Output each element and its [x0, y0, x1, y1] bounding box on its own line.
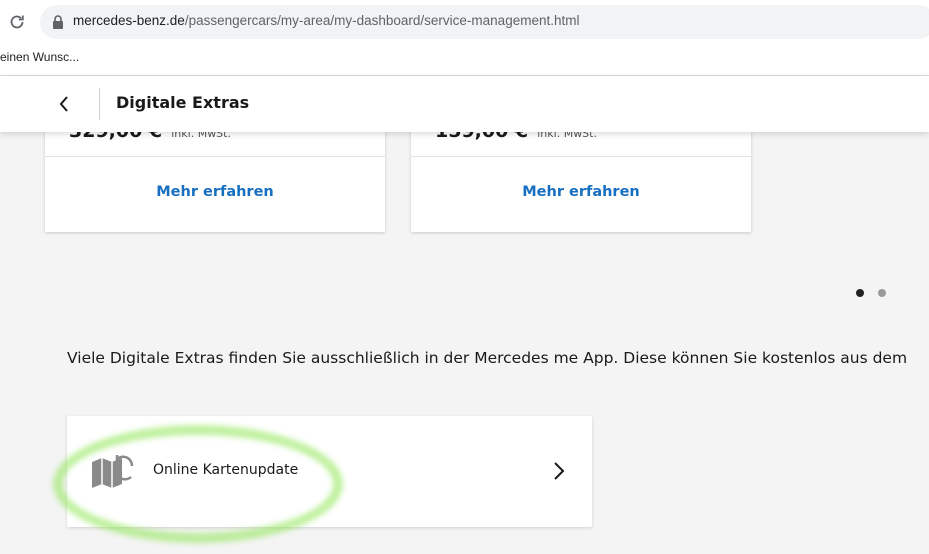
bookmark-item[interactable]: einen Wunsc...	[0, 50, 79, 64]
lock-icon[interactable]	[51, 14, 65, 30]
carousel-dot[interactable]	[878, 289, 886, 297]
back-button[interactable]	[48, 88, 80, 120]
chevron-right-icon	[554, 462, 565, 480]
page-title: Digitale Extras	[116, 93, 250, 112]
info-text: Viele Digitale Extras finden Sie ausschl…	[67, 349, 908, 367]
url-host: mercedes-benz.de	[73, 13, 185, 28]
bookmarks-bar: einen Wunsc...	[0, 44, 929, 76]
card-divider	[411, 156, 751, 157]
reload-icon[interactable]	[7, 12, 27, 32]
address-bar[interactable]: mercedes-benz.de/passengercars/my-area/m…	[40, 5, 929, 39]
url-path: /passengercars/my-area/my-dashboard/serv…	[184, 13, 580, 28]
more-info-link[interactable]: Mehr erfahren	[45, 184, 385, 200]
header-divider	[99, 88, 100, 120]
browser-toolbar: mercedes-benz.de/passengercars/my-area/m…	[0, 0, 929, 44]
map-update-label: Online Kartenupdate	[153, 462, 299, 478]
carousel-dot-active[interactable]	[856, 289, 864, 297]
url-text: mercedes-benz.de/passengercars/my-area/m…	[73, 13, 579, 28]
card-divider	[45, 156, 385, 157]
page-header: Digitale Extras	[0, 76, 929, 132]
chevron-left-icon	[59, 96, 68, 112]
map-update-card[interactable]: Online Kartenupdate	[67, 416, 592, 527]
map-update-icon	[92, 455, 134, 488]
more-info-link[interactable]: Mehr erfahren	[411, 184, 751, 200]
